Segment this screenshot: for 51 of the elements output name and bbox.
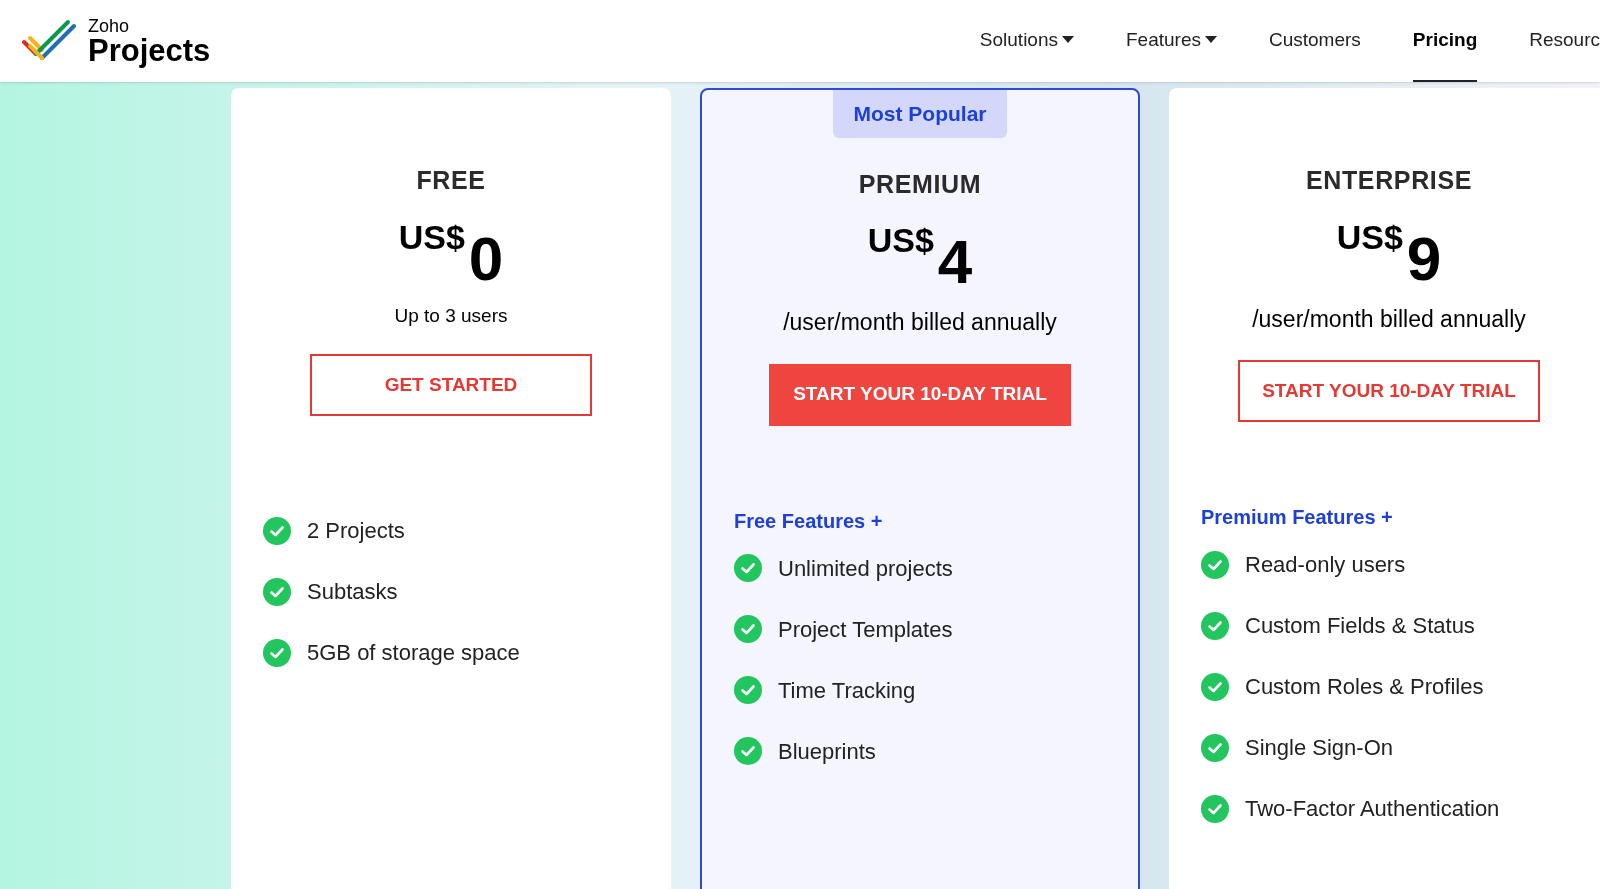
nav-link[interactable]: Solutions (979, 0, 1074, 82)
check-circle-icon (263, 516, 291, 545)
price-value: 0 (468, 227, 504, 290)
feature-item: Unlimited projects (778, 554, 953, 583)
nav-link[interactable]: Customers (1269, 0, 1361, 82)
check-circle-icon (734, 737, 762, 765)
get-started-button[interactable]: GET STARTED (310, 354, 592, 416)
caret-down-icon (1205, 36, 1217, 44)
feature-item: Time Tracking (778, 676, 916, 705)
check-circle-icon (263, 638, 291, 667)
plan-name: FREE (416, 165, 486, 196)
plan-name: PREMIUM (858, 168, 982, 200)
feature-item: Single Sign-On (1245, 734, 1393, 762)
feature-item: 5GB of storage space (307, 639, 520, 667)
check-circle-icon (1201, 733, 1229, 762)
billing-period: Up to 3 users (394, 303, 508, 328)
check-circle-icon (1201, 611, 1229, 640)
feature-item: Project Templates (778, 615, 953, 644)
caret-down-icon (1062, 36, 1074, 44)
check-circle-icon (734, 676, 762, 704)
nav-link[interactable]: Features (1126, 0, 1217, 82)
billing-period: /user/month billed annually (783, 308, 1057, 337)
currency-label: US$ (398, 219, 465, 254)
nav-link[interactable]: Resourc (1529, 0, 1600, 82)
price-value: 9 (1406, 227, 1442, 290)
feature-item: 2 Projects (307, 517, 405, 545)
feature-item: Custom Roles & Profiles (1245, 673, 1484, 701)
features-heading: Premium Features + (1201, 505, 1394, 530)
feature-item: Read-only users (1245, 551, 1406, 579)
feature-item: Blueprints (778, 737, 876, 766)
feature-item: Custom Fields & Status (1245, 612, 1475, 640)
feature-item: Two-Factor Authentication (1245, 795, 1500, 823)
feature-item: Subtasks (307, 578, 398, 606)
logo-product: Projects (88, 34, 211, 66)
check-circle-icon (1201, 794, 1229, 823)
features-heading: Free Features + (734, 508, 884, 534)
start-trial-button[interactable]: START YOUR 10-DAY TRIAL (1238, 360, 1540, 422)
most-popular-badge: Most Popular (833, 90, 1007, 138)
check-circle-icon (1201, 672, 1229, 701)
start-trial-button[interactable]: START YOUR 10-DAY TRIAL (769, 363, 1071, 426)
check-circle-icon (734, 554, 762, 582)
check-circle-icon (734, 615, 762, 643)
currency-label: US$ (1336, 219, 1403, 254)
check-circle-icon (1201, 550, 1229, 579)
billing-period: /user/month billed annually (1252, 304, 1526, 334)
currency-label: US$ (867, 223, 934, 257)
check-circle-icon (263, 577, 291, 606)
nav-link[interactable]: Pricing (1412, 0, 1478, 82)
logo-brand: Zoho (88, 16, 131, 35)
plan-name: ENTERPRISE (1306, 165, 1472, 196)
price-value: 4 (937, 231, 973, 293)
